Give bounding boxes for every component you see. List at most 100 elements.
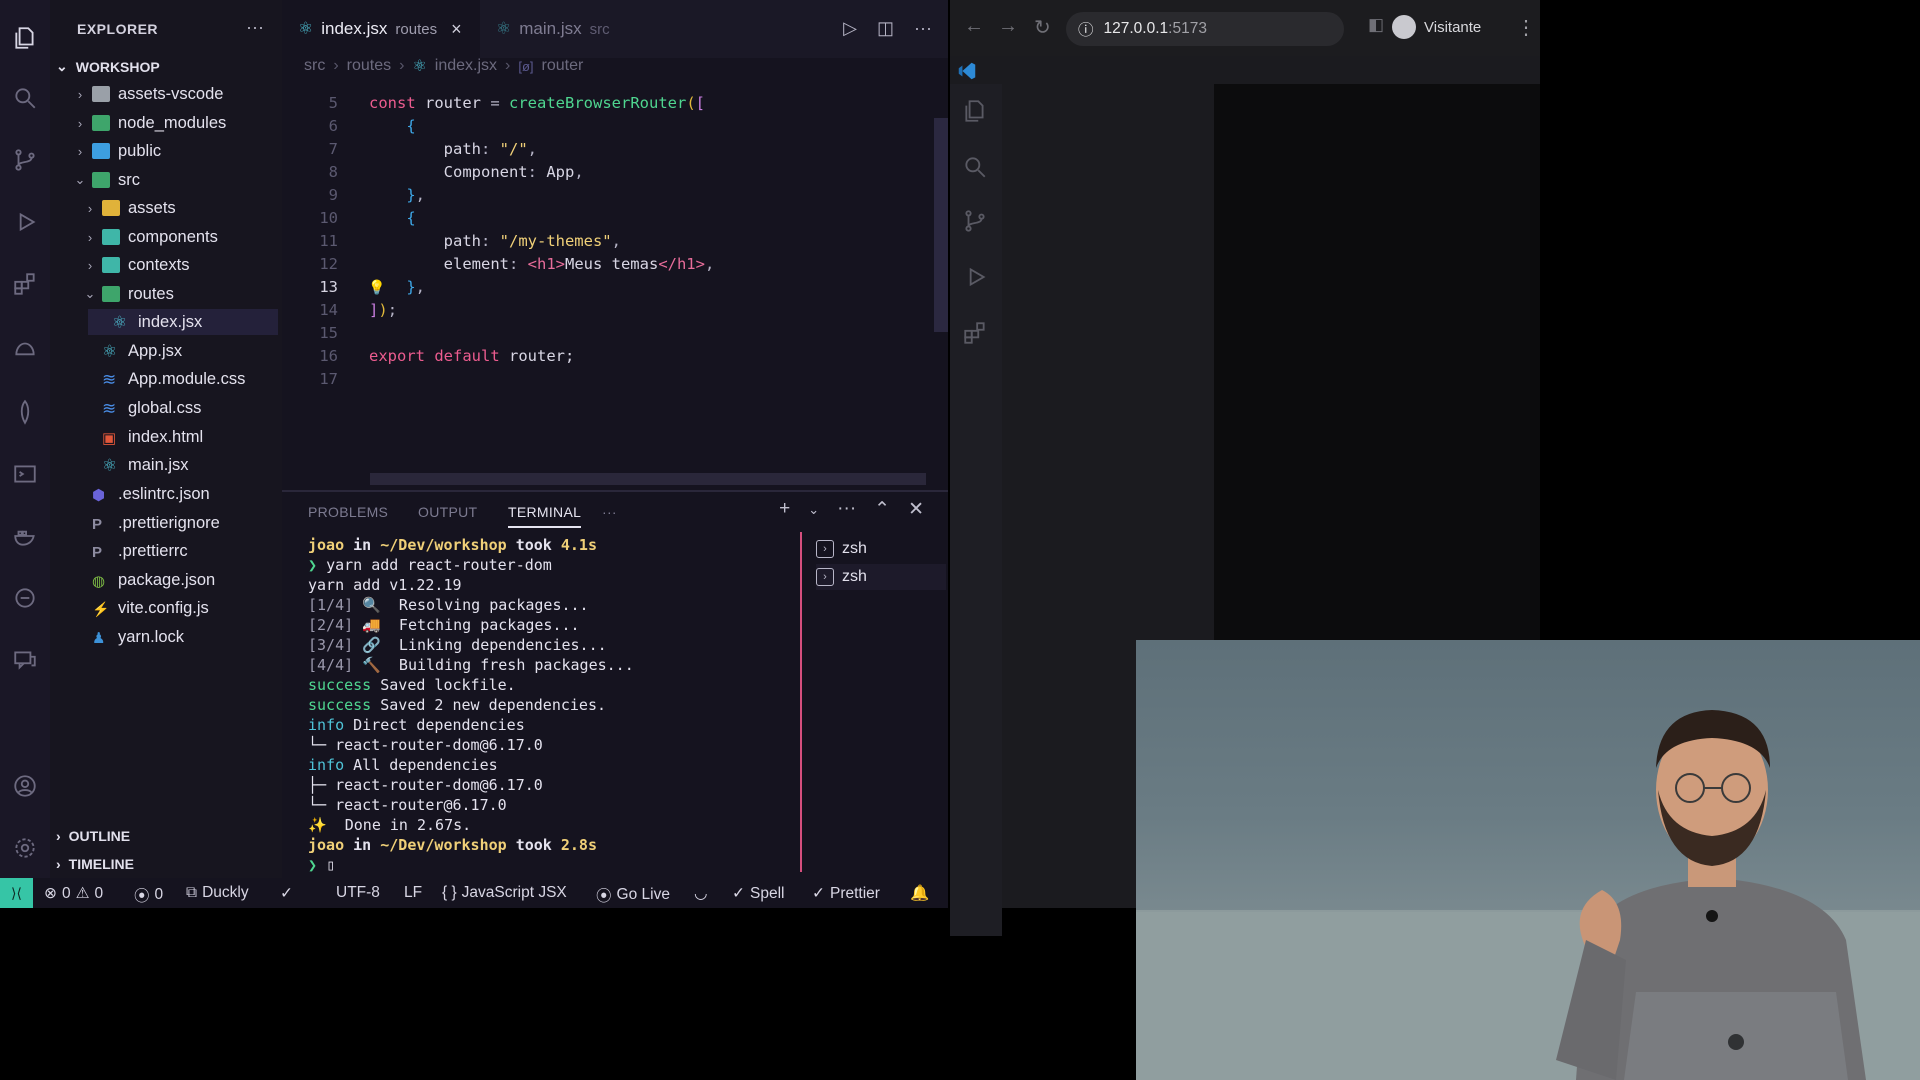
vertical-scrollbar[interactable] bbox=[934, 118, 948, 332]
tree-file-index-html[interactable]: index.html bbox=[98, 424, 203, 450]
ports-status[interactable]: ⦿ 0 bbox=[134, 884, 163, 906]
tree-folder-assets-vscode[interactable]: › assets-vscode bbox=[72, 81, 224, 107]
remote-explorer-icon[interactable] bbox=[7, 332, 43, 368]
breadcrumb-item[interactable]: index.jsx bbox=[435, 57, 497, 75]
close-icon[interactable]: × bbox=[451, 19, 462, 40]
run-debug-icon[interactable] bbox=[962, 264, 990, 292]
timeline-label: TIMELINE bbox=[68, 856, 135, 872]
breadcrumb-item[interactable]: router bbox=[542, 57, 584, 75]
chevron-down-icon[interactable]: ⌄ bbox=[808, 502, 819, 521]
profile-button[interactable]: Visitante bbox=[1392, 15, 1481, 39]
terminal-divider[interactable] bbox=[800, 532, 802, 872]
spell-status[interactable]: ✓ Spell bbox=[732, 884, 784, 903]
tab-main-jsx[interactable]: ⚛ main.jsx src bbox=[480, 0, 626, 58]
string: "/my-themes" bbox=[499, 232, 612, 250]
react-file-icon: ⚛ bbox=[412, 58, 427, 75]
tree-folder-node-modules[interactable]: › node_modules bbox=[72, 110, 226, 136]
tree-file-vite-config[interactable]: vite.config.js bbox=[88, 595, 209, 621]
address-bar[interactable]: ⓘ 127.0.0.1:5173 bbox=[1066, 12, 1344, 46]
identifier: router bbox=[425, 94, 482, 112]
tree-file-app-jsx[interactable]: App.jsx bbox=[98, 338, 182, 364]
identifier: App bbox=[546, 163, 575, 181]
forward-arrow-icon[interactable]: → bbox=[998, 15, 1018, 38]
side-panel-icon[interactable]: ◧ bbox=[1368, 15, 1384, 35]
tree-folder-routes[interactable]: ⌄ routes bbox=[82, 281, 174, 307]
docker-icon[interactable] bbox=[7, 518, 43, 554]
more-actions-icon[interactable]: ··· bbox=[837, 498, 856, 521]
eol-status[interactable]: LF bbox=[404, 884, 422, 902]
tree-file-yarn-lock[interactable]: yarn.lock bbox=[88, 624, 184, 650]
tree-folder-contexts[interactable]: › contexts bbox=[82, 252, 190, 278]
more-actions-icon[interactable]: ··· bbox=[914, 18, 932, 39]
prettier-file-icon bbox=[92, 543, 110, 559]
tree-folder-src[interactable]: ⌄ src bbox=[72, 167, 140, 193]
terminal-icon[interactable] bbox=[7, 456, 43, 492]
terminal-output[interactable]: joao in ~/Dev/workshop took 4.1s ❯ yarn … bbox=[308, 536, 808, 876]
github-copilot-icon[interactable] bbox=[7, 580, 43, 616]
terminal-instance-2[interactable]: › zsh bbox=[816, 564, 946, 590]
extensions-icon[interactable] bbox=[7, 266, 43, 302]
search-icon[interactable] bbox=[962, 154, 990, 182]
folder-icon bbox=[92, 115, 110, 131]
browser-menu-icon[interactable]: ⋮ bbox=[1516, 15, 1536, 40]
spell-label: Spell bbox=[750, 884, 785, 902]
explorer-icon[interactable] bbox=[7, 20, 43, 56]
sync-status[interactable]: ◡ bbox=[694, 884, 708, 903]
encoding-status[interactable]: UTF-8 bbox=[336, 884, 380, 902]
extensions-icon[interactable] bbox=[962, 320, 990, 348]
panel-more-icon[interactable]: ··· bbox=[602, 504, 617, 520]
terminal-instance-1[interactable]: › zsh bbox=[816, 536, 867, 562]
timeline-section[interactable]: › TIMELINE bbox=[56, 856, 134, 872]
source-control-icon[interactable] bbox=[962, 208, 990, 236]
terminal-prompt[interactable]: ❯ ▯ bbox=[308, 856, 808, 876]
tab-problems[interactable]: PROBLEMS bbox=[308, 504, 388, 520]
explorer-more-icon[interactable]: ··· bbox=[246, 17, 264, 38]
tab-terminal[interactable]: TERMINAL bbox=[508, 504, 582, 528]
chat-icon[interactable] bbox=[7, 642, 43, 678]
reload-icon[interactable]: ↻ bbox=[1034, 15, 1051, 40]
tab-index-jsx[interactable]: ⚛ index.jsx routes × bbox=[282, 0, 480, 58]
line-number: 17 bbox=[319, 370, 338, 388]
search-icon[interactable] bbox=[7, 80, 43, 116]
close-panel-icon[interactable]: ✕ bbox=[908, 498, 924, 521]
account-icon[interactable] bbox=[7, 768, 43, 804]
outline-label: OUTLINE bbox=[68, 828, 131, 844]
language-status[interactable]: { } JavaScript JSX bbox=[442, 884, 567, 902]
run-debug-icon[interactable] bbox=[7, 204, 43, 240]
tab-output[interactable]: OUTPUT bbox=[418, 504, 477, 520]
tree-file-prettierrc[interactable]: .prettierrc bbox=[88, 538, 188, 564]
duckly-status[interactable]: ⧉ Duckly bbox=[186, 884, 249, 902]
mongodb-leaf-icon[interactable] bbox=[7, 394, 43, 430]
tree-file-package-json[interactable]: package.json bbox=[88, 567, 215, 593]
tree-file-global-css[interactable]: global.css bbox=[98, 395, 201, 421]
horizontal-scrollbar[interactable] bbox=[370, 473, 926, 485]
breadcrumb-item[interactable]: src bbox=[304, 57, 325, 75]
prettier-status[interactable]: ✓ Prettier bbox=[812, 884, 880, 903]
back-arrow-icon[interactable]: ← bbox=[964, 15, 984, 38]
notifications-bell-icon[interactable]: 🔔 bbox=[910, 884, 929, 903]
source-control-icon[interactable] bbox=[7, 142, 43, 178]
tree-folder-public[interactable]: › public bbox=[72, 138, 161, 164]
tree-label: App.jsx bbox=[128, 341, 183, 360]
tree-file-main-jsx[interactable]: main.jsx bbox=[98, 452, 189, 478]
remote-indicator-icon[interactable]: ⟩⟨ bbox=[0, 878, 33, 908]
tree-file-routes-index[interactable]: index.jsx bbox=[88, 309, 278, 335]
outline-section[interactable]: › OUTLINE bbox=[56, 828, 130, 844]
go-live-button[interactable]: ⦿ Go Live bbox=[596, 884, 670, 906]
new-terminal-icon[interactable]: + bbox=[779, 498, 790, 521]
site-info-icon[interactable]: ⓘ bbox=[1078, 18, 1094, 40]
run-icon[interactable]: ▷ bbox=[843, 18, 857, 39]
tree-file-app-module-css[interactable]: App.module.css bbox=[98, 366, 245, 392]
maximize-panel-icon[interactable]: ⌃ bbox=[874, 498, 890, 521]
tree-folder-assets[interactable]: › assets bbox=[82, 195, 176, 221]
check-status[interactable]: ✓ bbox=[280, 884, 293, 903]
tree-file-eslintrc[interactable]: .eslintrc.json bbox=[88, 481, 210, 507]
explorer-icon[interactable] bbox=[962, 98, 990, 126]
problems-status[interactable]: ⊗ 0 ⚠ 0 bbox=[44, 884, 103, 903]
split-editor-icon[interactable]: ◫ bbox=[877, 18, 894, 39]
workspace-header[interactable]: ⌄ WORKSHOP bbox=[56, 58, 160, 75]
tree-folder-components[interactable]: › components bbox=[82, 224, 218, 250]
breadcrumb-item[interactable]: routes bbox=[347, 57, 391, 75]
settings-gear-icon[interactable] bbox=[7, 830, 43, 866]
tree-file-prettierignore[interactable]: .prettierignore bbox=[88, 510, 220, 536]
